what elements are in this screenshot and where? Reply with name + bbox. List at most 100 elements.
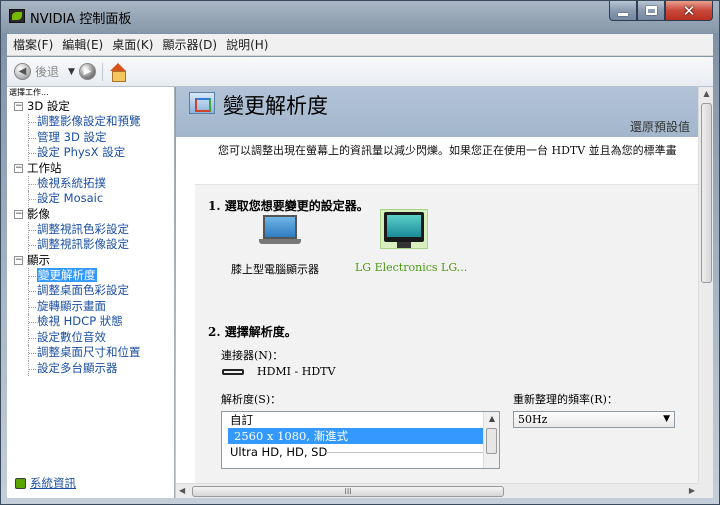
scroll-up-icon[interactable]: ▲: [699, 89, 714, 98]
tree-item-video-image[interactable]: 調整視訊影像設定: [7, 237, 174, 253]
resolution-icon: [189, 92, 215, 114]
list-group-header: Ultra HD, HD, SD: [222, 444, 499, 460]
menu-edit[interactable]: 編輯(E): [59, 36, 106, 53]
tree-item-label: 調整桌面色彩設定: [37, 283, 129, 297]
monitor-frame: [384, 212, 424, 242]
page-title: 變更解析度: [223, 94, 328, 118]
tree-item-label: 檢視 HDCP 狀態: [37, 314, 123, 328]
tree-category-3d[interactable]: −3D 設定: [7, 99, 174, 114]
toolbar-separator: [101, 62, 103, 81]
scroll-right-icon[interactable]: ▶: [689, 486, 695, 495]
content-horizontal-scrollbar[interactable]: ◀ III ▶: [176, 483, 698, 498]
close-icon: ✕: [682, 1, 696, 20]
lg-display-icon[interactable]: [380, 209, 428, 249]
chevron-down-icon: ▼: [663, 414, 670, 424]
tree-item-label: 設定 Mosaic: [37, 191, 104, 205]
tree-item-manage-3d[interactable]: 管理 3D 設定: [7, 129, 174, 146]
maximize-button[interactable]: [637, 1, 665, 21]
tree-item-label: 調整桌面尺寸和位置: [37, 345, 141, 359]
tree-item-desktop-size[interactable]: 調整桌面尺寸和位置: [7, 345, 174, 361]
listbox-scrollbar[interactable]: ▲: [483, 412, 499, 468]
forward-icon[interactable]: ▶: [78, 63, 96, 80]
page-description: 您可以調整出現在螢幕上的資訊量以減少閃爍。如果您正在使用一台 HDTV 並且為您…: [218, 144, 677, 157]
scroll-left-icon[interactable]: ◀: [179, 486, 185, 495]
tree-item-label: 檢視系統拓撲: [37, 175, 106, 190]
monitor-stand: [397, 242, 411, 248]
content-pane: 變更解析度 還原預設值 您可以調整出現在螢幕上的資訊量以減少閃爍。如果您正在使用…: [176, 87, 713, 498]
task-tree: −3D 設定 調整影像設定和預覽 管理 3D 設定 設定 PhysX 設定 − 工…: [7, 99, 174, 376]
tree-item-physx[interactable]: 設定 PhysX 設定: [7, 145, 174, 161]
menu-display[interactable]: 顯示器(D): [159, 36, 220, 53]
resolution-listbox[interactable]: 自訂 2560 x 1080, 漸進式 Ultra HD, HD, SD ▲: [221, 411, 500, 469]
tree-item-label: 調整視訊色彩設定: [37, 221, 129, 236]
monitor-graphic: [384, 212, 426, 248]
refresh-rate-value: 50Hz: [518, 413, 548, 426]
tree-item-label: 調整影像設定和預覽: [37, 114, 141, 128]
tree-item-desktop-color[interactable]: 調整桌面色彩設定: [7, 283, 174, 299]
settings-panel: 1. 選取您想要變更的設定器。 膝上型電腦顯示器 LG Electronics …: [195, 184, 698, 484]
task-pane-header: 選擇工作...: [9, 88, 49, 97]
page-banner: 變更解析度 還原預設值: [176, 87, 698, 137]
collapse-icon[interactable]: −: [14, 102, 23, 111]
toolbar: ◀ 後退 ▼ ▶: [7, 57, 713, 87]
laptop-screen: [263, 215, 297, 239]
back-label[interactable]: 後退: [35, 63, 59, 80]
list-item-custom[interactable]: 自訂: [222, 412, 499, 428]
collapse-icon[interactable]: −: [14, 209, 23, 219]
home-icon[interactable]: [109, 62, 127, 82]
tree-item-mosaic[interactable]: 設定 Mosaic: [7, 191, 174, 207]
tree-category-display[interactable]: − 顯示: [7, 253, 174, 268]
tree-item-label: 設定多台顯示器: [37, 360, 118, 375]
menu-file[interactable]: 檔案(F): [10, 36, 56, 53]
connector-value: HDMI - HDTV: [257, 365, 336, 378]
tree-category-label: 影像: [27, 206, 50, 221]
refresh-rate-select[interactable]: 50Hz ▼: [513, 411, 675, 428]
collapse-icon[interactable]: −: [14, 163, 23, 173]
minimize-icon: [618, 12, 628, 16]
window-controls: ✕: [609, 1, 713, 21]
horizontal-scroll-thumb[interactable]: III: [192, 486, 504, 497]
minimize-button[interactable]: [609, 1, 637, 21]
lg-display-label[interactable]: LG Electronics LG...: [355, 261, 467, 274]
tree-item-video-color[interactable]: 調整視訊色彩設定: [7, 221, 174, 238]
tree-item-multiple-displays[interactable]: 設定多台顯示器: [7, 360, 174, 377]
tree-item-topology[interactable]: 檢視系統拓撲: [7, 175, 174, 192]
tree-category-label: 工作站: [27, 160, 62, 175]
laptop-display-icon[interactable]: [259, 215, 301, 247]
resolution-label: 解析度(S)：: [221, 393, 282, 406]
scroll-thumb[interactable]: [486, 428, 497, 454]
back-icon[interactable]: ◀: [14, 63, 31, 80]
tree-item-adjust-image-preview[interactable]: 調整影像設定和預覽: [7, 114, 174, 130]
tree-category-video[interactable]: − 影像: [7, 207, 174, 222]
connector-label: 連接器(N)：: [221, 349, 284, 362]
nvidia-control-panel-window: NVIDIA 控制面板 ✕ 檔案(F) 編輯(E) 桌面(K) 顯示器(D) 說…: [0, 0, 720, 505]
scrollbar-corner: [698, 483, 713, 498]
tree-category-label: 3D 設定: [27, 99, 70, 113]
tree-item-label: 調整視訊影像設定: [37, 237, 129, 251]
list-item-selected-resolution[interactable]: 2560 x 1080, 漸進式: [228, 428, 483, 444]
tree-item-rotate-display[interactable]: 旋轉顯示畫面: [7, 298, 174, 315]
tree-item-digital-audio[interactable]: 設定數位音效: [7, 329, 174, 346]
tree-item-label: 變更解析度: [37, 267, 97, 282]
restore-defaults-link[interactable]: 還原預設值: [630, 118, 690, 135]
tree-item-label: 設定 PhysX 設定: [37, 145, 126, 159]
laptop-base: [259, 239, 301, 244]
system-info: 系統資訊: [15, 475, 76, 491]
menu-desktop[interactable]: 桌面(K): [109, 36, 156, 53]
menu-help[interactable]: 說明(H): [223, 36, 271, 53]
tree-category-workstation[interactable]: − 工作站: [7, 161, 174, 176]
history-dropdown-icon[interactable]: ▼: [68, 67, 75, 77]
scroll-up-icon[interactable]: ▲: [484, 412, 499, 426]
section-choose-resolution: 2. 選擇解析度。: [208, 325, 297, 339]
vertical-scroll-thumb[interactable]: [701, 103, 712, 283]
tree-item-change-resolution[interactable]: 變更解析度: [7, 267, 174, 284]
tree-category-label: 顯示: [27, 252, 50, 267]
content-vertical-scrollbar[interactable]: ▲: [698, 87, 713, 483]
list-group-label: Ultra HD, HD, SD: [230, 445, 328, 459]
system-info-link[interactable]: 系統資訊: [30, 475, 76, 491]
laptop-display-label[interactable]: 膝上型電腦顯示器: [231, 261, 319, 277]
close-button[interactable]: ✕: [665, 1, 713, 21]
collapse-icon[interactable]: −: [14, 255, 23, 265]
title-bar[interactable]: NVIDIA 控制面板 ✕: [1, 1, 719, 33]
tree-item-hdcp-status[interactable]: 檢視 HDCP 狀態: [7, 314, 174, 330]
